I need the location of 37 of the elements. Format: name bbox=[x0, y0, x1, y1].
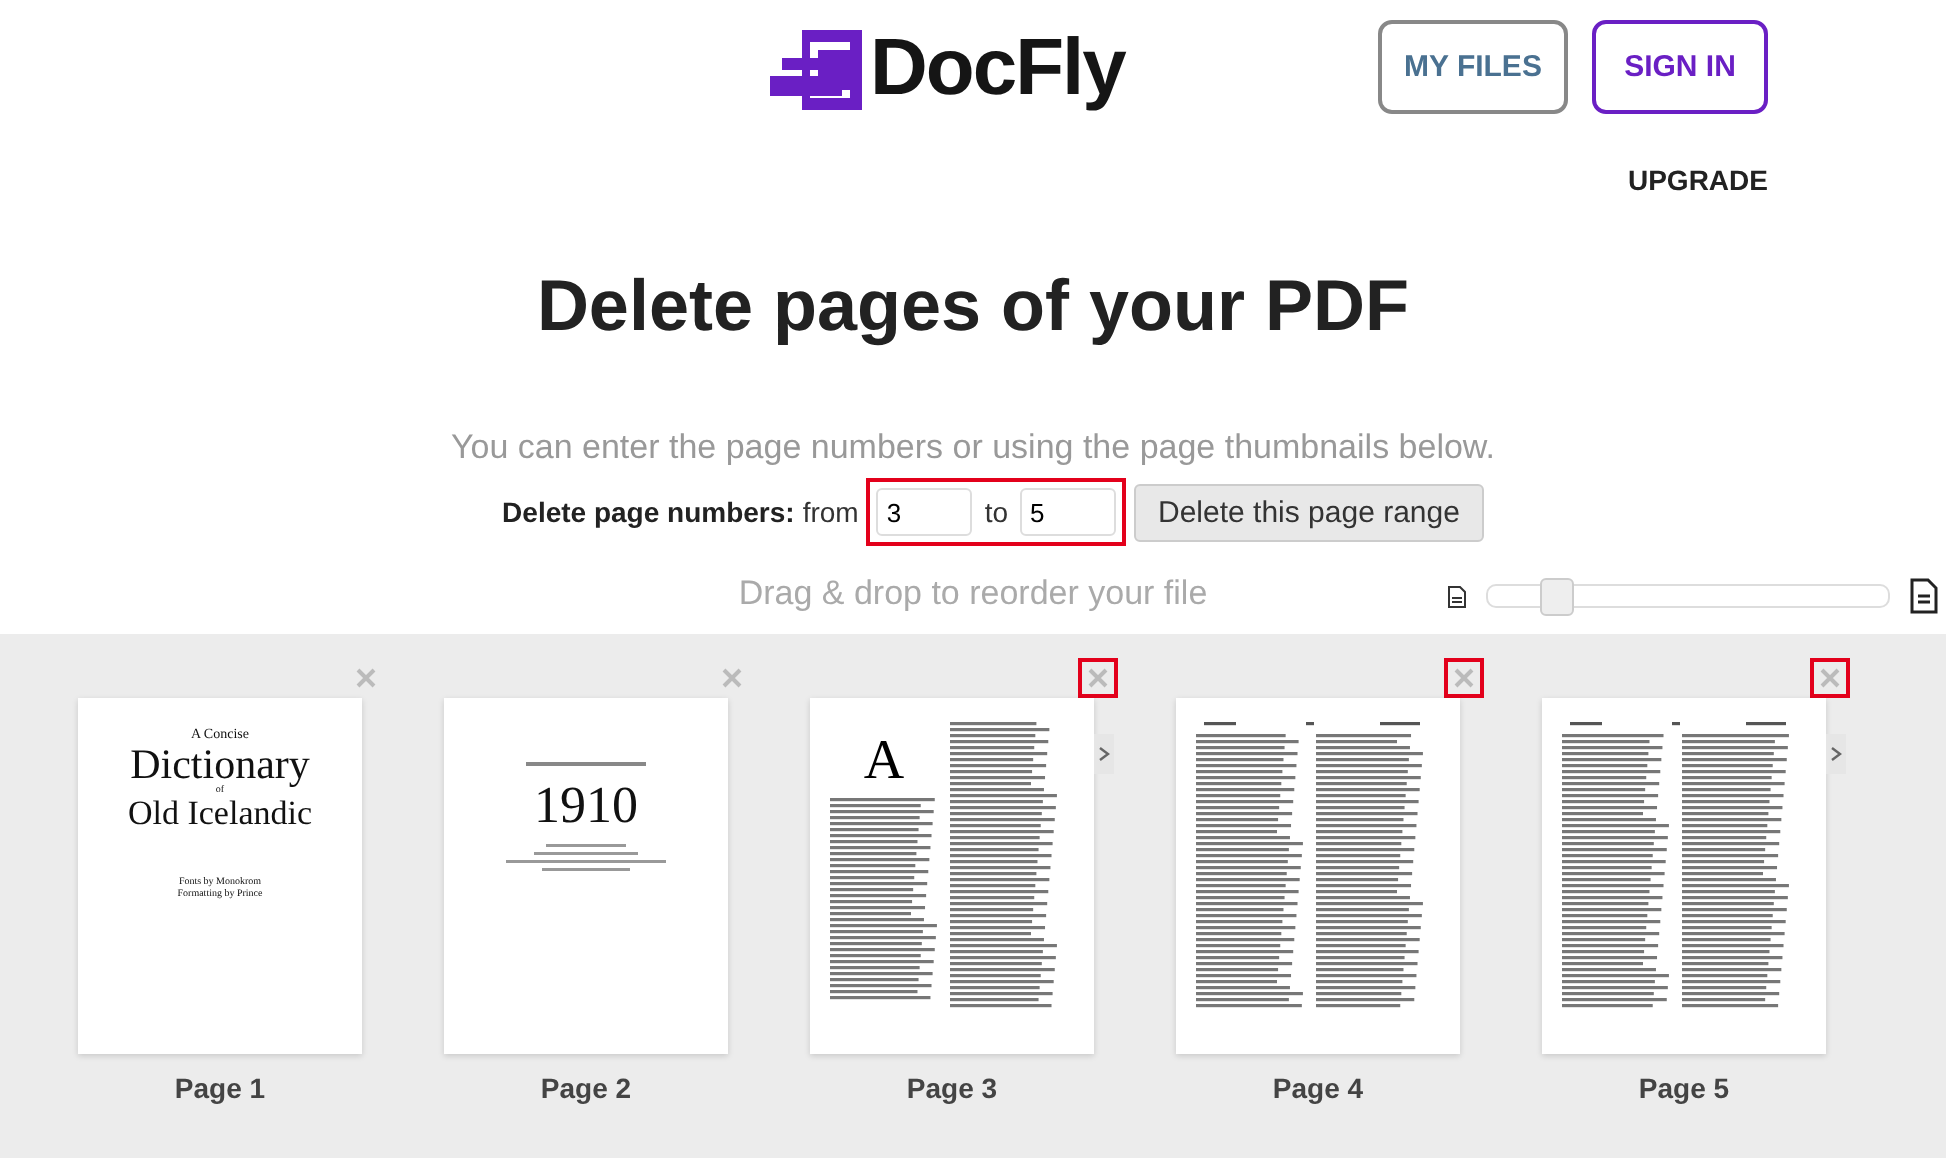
range-label: Delete page numbers: bbox=[502, 496, 795, 528]
page-thumbnail[interactable]: 1910 bbox=[444, 698, 728, 1054]
delete-range-button[interactable]: Delete this page range bbox=[1134, 483, 1484, 541]
page-text: Dictionary bbox=[130, 742, 310, 787]
page-text: 1910 bbox=[534, 780, 638, 832]
subtitle: You can enter the page numbers or using the page thumbnails below. bbox=[448, 428, 1497, 468]
to-field[interactable]: 5 bbox=[1020, 488, 1116, 536]
page-thumbnail[interactable]: A bbox=[810, 698, 1094, 1054]
rotate-tab[interactable] bbox=[1094, 734, 1114, 774]
page-thumbnail[interactable] bbox=[1542, 698, 1826, 1054]
page-label: Page 3 bbox=[906, 1072, 998, 1104]
upgrade-link[interactable]: UPGRADE bbox=[1627, 164, 1768, 196]
large-file-icon bbox=[1910, 578, 1938, 614]
header-button[interactable]: SIGN IN bbox=[1592, 20, 1768, 114]
page-title: Delete pages of your PDF bbox=[534, 264, 1412, 348]
from-field[interactable]: 3 bbox=[876, 488, 973, 536]
logo-icon bbox=[770, 29, 862, 109]
to-label: to bbox=[984, 496, 1008, 528]
small-file-icon bbox=[1448, 585, 1466, 607]
text-lines-drawing bbox=[526, 762, 646, 768]
page-label: Page 4 bbox=[1272, 1072, 1364, 1104]
close-icon[interactable] bbox=[1078, 658, 1118, 698]
rotate-tab[interactable] bbox=[1826, 734, 1846, 774]
page-label: Page 2 bbox=[540, 1072, 632, 1104]
page-thumbnail[interactable] bbox=[1176, 698, 1460, 1054]
page-text: Old Icelandic bbox=[127, 796, 313, 834]
page-label: Page 1 bbox=[174, 1072, 266, 1104]
close-icon[interactable] bbox=[1444, 658, 1484, 698]
header-button[interactable]: MY FILES bbox=[1378, 20, 1568, 114]
page-label: Page 5 bbox=[1638, 1072, 1730, 1104]
reorder-hint: Drag & drop to reorder your file bbox=[738, 574, 1208, 614]
chevron-icon bbox=[1098, 746, 1110, 762]
page-text: A bbox=[863, 734, 905, 790]
logo-text: DocFly bbox=[870, 24, 1125, 114]
chevron-icon bbox=[1830, 746, 1842, 762]
from-label: from bbox=[802, 496, 859, 528]
close-icon[interactable] bbox=[1810, 658, 1850, 698]
